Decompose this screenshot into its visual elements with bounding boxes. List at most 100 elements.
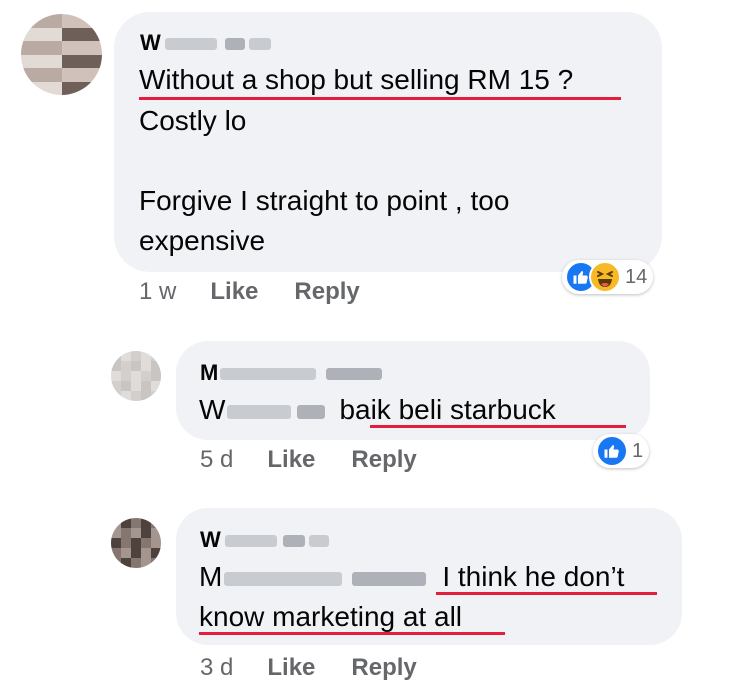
comment-author-name[interactable]: W <box>140 30 271 56</box>
avatar-pixel <box>111 548 121 558</box>
avatar-pixel <box>88 27 102 41</box>
avatar-pixel <box>88 68 102 82</box>
reply-button[interactable]: Reply <box>351 446 416 474</box>
avatar-pixel <box>111 518 121 528</box>
avatar-pixel <box>131 361 141 371</box>
avatar[interactable] <box>111 351 161 401</box>
avatar-pixel <box>34 81 48 95</box>
avatar-pixel <box>48 27 62 41</box>
author-name-visible[interactable]: M <box>200 360 218 385</box>
avatar-pixel <box>121 371 131 381</box>
avatar-pixel <box>61 41 75 55</box>
mention-visible[interactable]: W <box>199 394 225 425</box>
avatar-pixel <box>48 81 62 95</box>
author-name-blurred <box>326 368 383 381</box>
avatar-pixel <box>75 14 89 28</box>
red-underline <box>199 632 505 635</box>
avatar-pixel <box>21 27 35 41</box>
reactions-summary[interactable]: 14 <box>562 260 654 294</box>
avatar-pixel <box>111 528 121 538</box>
avatar-pixel <box>151 528 161 538</box>
avatar-pixel <box>34 41 48 55</box>
comment-actions: 3 d Like Reply <box>200 654 453 682</box>
comment-text-line: Costly lo <box>139 105 247 136</box>
reactions-summary[interactable]: 1 <box>593 434 650 468</box>
like-icon <box>596 435 628 467</box>
comment-timestamp[interactable]: 5 d <box>200 446 233 474</box>
avatar-pixel <box>75 27 89 41</box>
red-underline <box>370 425 626 428</box>
avatar-pixel <box>151 361 161 371</box>
avatar-pixel <box>34 68 48 82</box>
avatar-pixel <box>151 518 161 528</box>
avatar-pixel <box>48 14 62 28</box>
like-button[interactable]: Like <box>210 278 258 306</box>
avatar-pixel <box>131 538 141 548</box>
avatar-pixel <box>131 518 141 528</box>
avatar[interactable] <box>111 518 161 568</box>
avatar-pixel <box>111 351 121 361</box>
avatar-pixel <box>111 371 121 381</box>
avatar-pixel <box>21 41 35 55</box>
author-name-visible[interactable]: W <box>200 527 221 552</box>
avatar-pixel <box>121 538 131 548</box>
avatar-pixel <box>151 548 161 558</box>
avatar-pixel <box>111 391 121 401</box>
mention-blurred[interactable] <box>352 571 427 586</box>
avatar[interactable] <box>21 14 102 95</box>
avatar-pixel <box>121 528 131 538</box>
comment-text-line: Forgive I straight to point , too <box>139 185 510 216</box>
avatar-pixel <box>21 54 35 68</box>
comment-text: baik beli starbuck <box>339 394 556 425</box>
avatar-pixel <box>151 538 161 548</box>
mention-blurred[interactable] <box>224 571 343 586</box>
avatar-pixel <box>75 81 89 95</box>
author-name-visible[interactable]: W <box>140 30 161 55</box>
like-button[interactable]: Like <box>267 446 315 474</box>
author-name-blurred <box>308 535 329 548</box>
avatar-pixel <box>151 351 161 361</box>
avatar-pixel <box>141 558 151 568</box>
avatar-pixel <box>131 558 141 568</box>
avatar-pixel <box>131 381 141 391</box>
avatar-pixel <box>151 371 161 381</box>
avatar-pixel <box>61 54 75 68</box>
comment-text-line: expensive <box>139 225 266 256</box>
avatar-pixel <box>121 558 131 568</box>
avatar-pixel <box>21 14 35 28</box>
mention-blurred[interactable] <box>227 404 292 419</box>
reaction-count: 1 <box>632 439 644 462</box>
avatar-pixel <box>48 68 62 82</box>
author-name-blurred <box>282 535 305 548</box>
avatar-pixel <box>131 548 141 558</box>
comment-author-name[interactable]: M <box>200 360 383 386</box>
avatar-pixel <box>61 27 75 41</box>
avatar-pixel <box>88 14 102 28</box>
avatar-pixel <box>34 27 48 41</box>
avatar-pixel <box>151 381 161 391</box>
avatar-pixel <box>111 381 121 391</box>
like-button[interactable]: Like <box>267 654 315 682</box>
avatar-pixel <box>141 538 151 548</box>
avatar-pixel <box>88 54 102 68</box>
avatar-pixel <box>141 381 151 391</box>
comment-timestamp[interactable]: 1 w <box>139 278 176 306</box>
comment-timestamp[interactable]: 3 d <box>200 654 233 682</box>
avatar-pixel <box>131 391 141 401</box>
red-underline <box>436 592 657 595</box>
avatar-pixel <box>121 381 131 391</box>
avatar-pixel <box>151 558 161 568</box>
mention-visible[interactable]: M <box>199 561 222 592</box>
avatar-pixel <box>61 68 75 82</box>
reply-button[interactable]: Reply <box>294 278 359 306</box>
mention-blurred[interactable] <box>297 404 326 419</box>
avatar-pixel <box>141 351 151 361</box>
comment-actions: 1 w Like Reply <box>139 278 396 306</box>
avatar-pixel <box>141 548 151 558</box>
comment-author-name[interactable]: W <box>200 527 329 553</box>
reply-button[interactable]: Reply <box>351 654 416 682</box>
author-name-blurred <box>248 38 271 51</box>
avatar-pixel <box>121 548 131 558</box>
avatar-pixel <box>34 14 48 28</box>
reaction-count: 14 <box>625 265 648 288</box>
